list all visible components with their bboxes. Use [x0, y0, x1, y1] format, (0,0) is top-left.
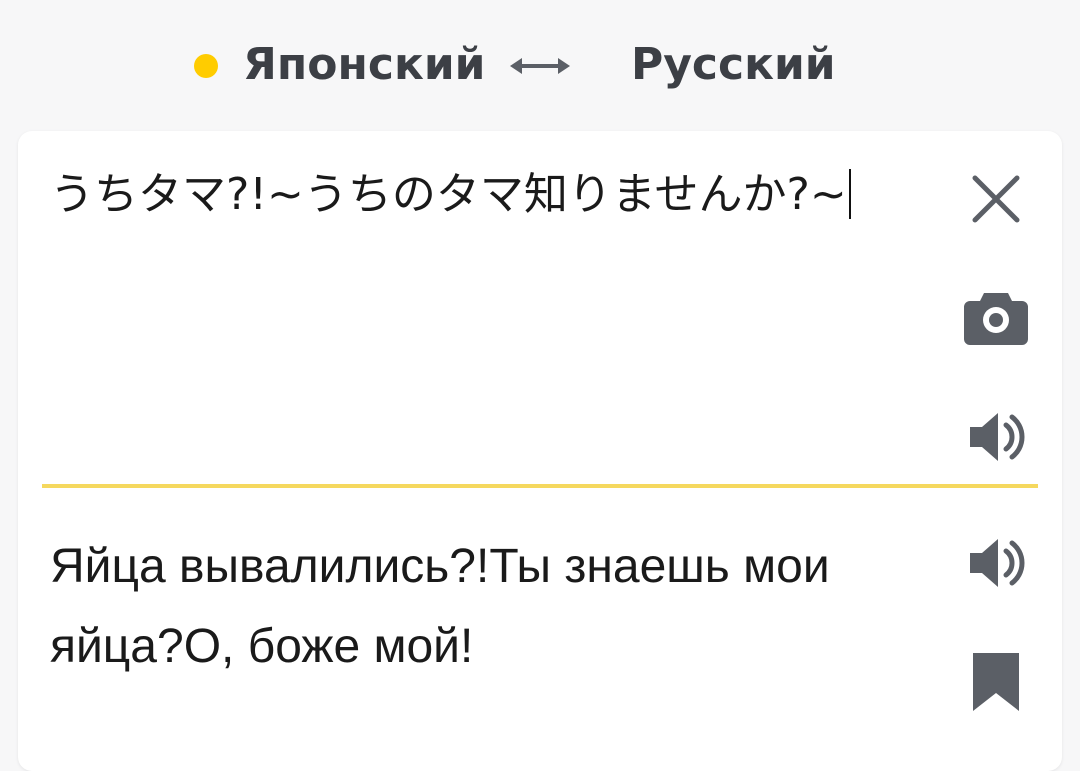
language-bar: Японский Русский	[0, 0, 1080, 130]
clear-button[interactable]	[968, 171, 1024, 227]
target-language-button[interactable]: Русский	[631, 38, 836, 92]
source-speaker-button[interactable]	[966, 405, 1030, 469]
text-caret	[848, 169, 851, 219]
source-text-value: うちタマ?!~うちのタマ知りませんか?~	[50, 169, 847, 220]
translation-text: Яйца вывалились?!Ты знаешь мои яйца?О, б…	[50, 540, 830, 673]
section-divider	[42, 484, 1038, 488]
translator-card: うちタマ?!~うちのタマ知りませんか?~ Яйца вывалились?!Ты…	[18, 131, 1062, 771]
close-icon	[972, 175, 1020, 223]
speaker-icon	[970, 539, 1025, 587]
swap-languages-button[interactable]	[502, 44, 578, 88]
language-indicator-dot	[194, 54, 218, 78]
camera-icon	[964, 293, 1028, 345]
swap-arrows-icon	[510, 58, 570, 74]
source-text-input[interactable]: うちタマ?!~うちのタマ知りませんか?~	[50, 167, 930, 223]
speaker-icon	[970, 413, 1025, 461]
bookmark-button[interactable]	[971, 651, 1021, 713]
source-language-button[interactable]: Японский	[243, 38, 486, 92]
camera-button[interactable]	[964, 287, 1028, 347]
translation-speaker-button[interactable]	[966, 531, 1030, 595]
bookmark-icon	[973, 653, 1019, 711]
